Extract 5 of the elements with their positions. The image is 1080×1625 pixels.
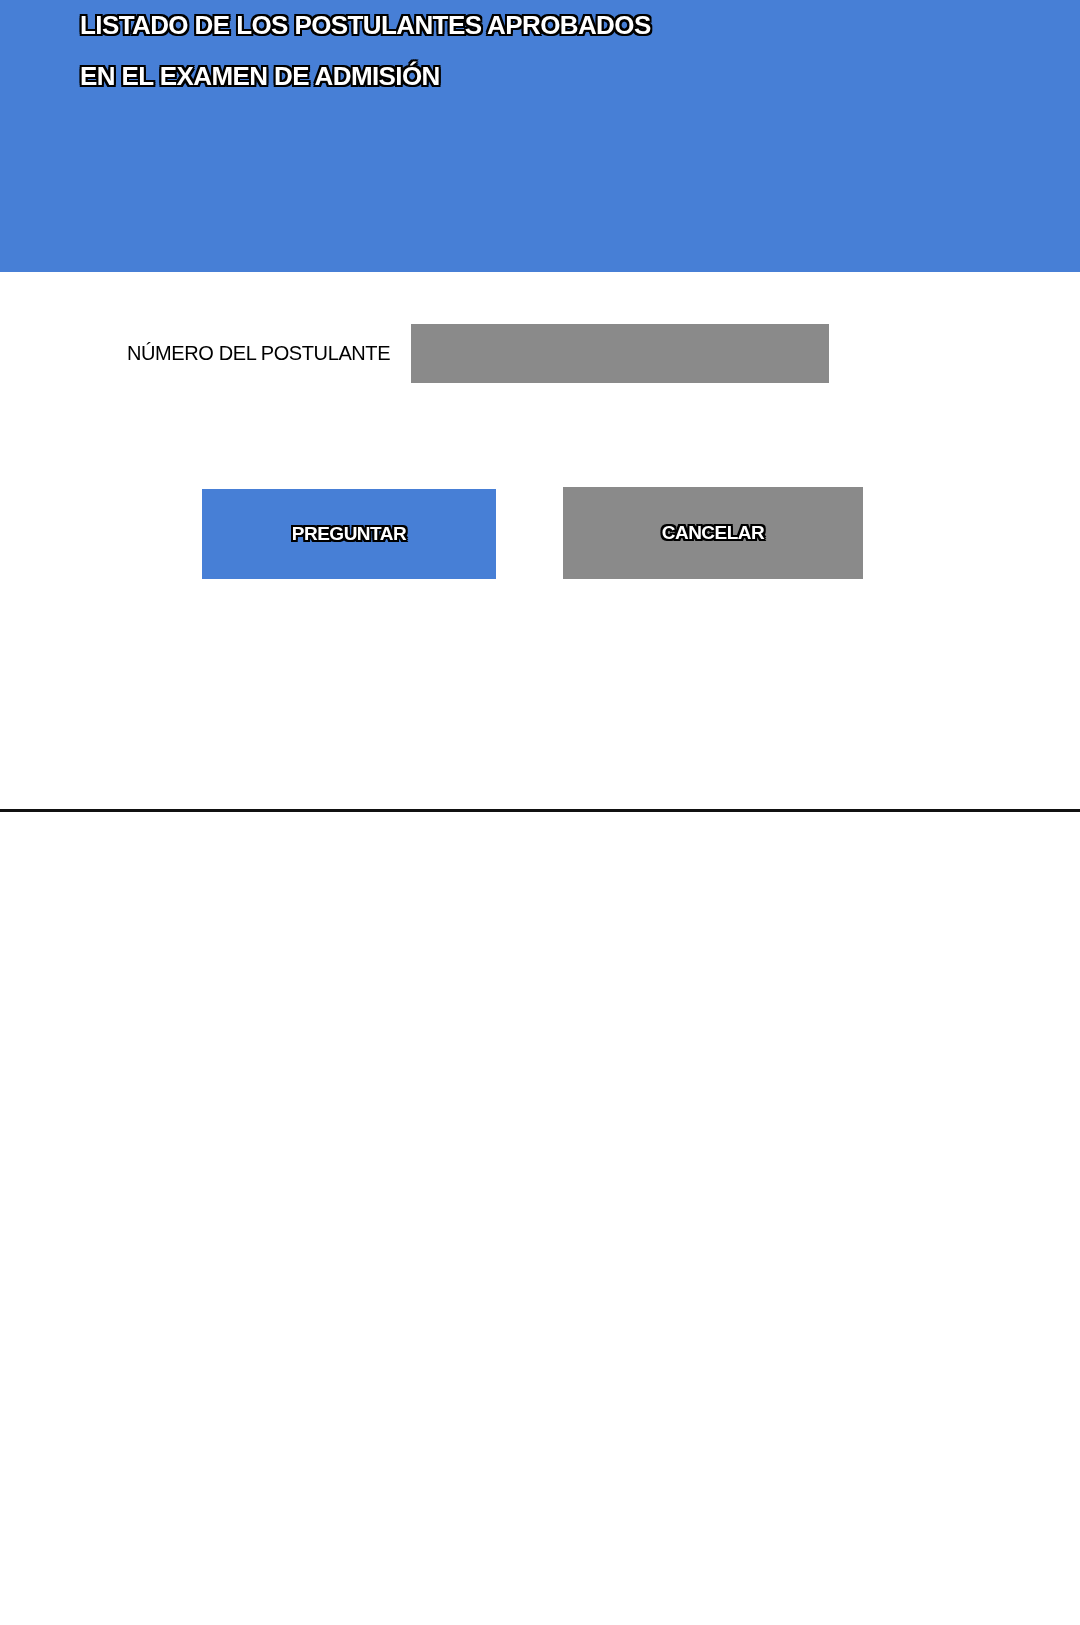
- cancel-button[interactable]: CANCELAR: [563, 487, 863, 579]
- input-field[interactable]: [411, 324, 829, 383]
- page-title: LISTADO DE LOS POSTULANTES APROBADOS EN EL EXAMEN DE ADMISIÓN: [80, 9, 651, 93]
- field-label: NÚMERO DEL POSTULANTE: [127, 342, 392, 365]
- submit-button[interactable]: PREGUNTAR: [202, 489, 496, 579]
